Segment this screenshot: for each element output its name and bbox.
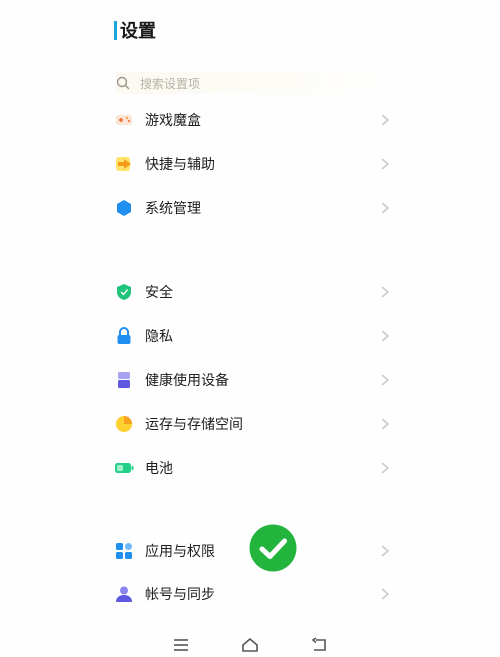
chevron-right-icon (381, 330, 390, 342)
item-label: 系统管理 (145, 201, 201, 217)
settings-item-privacy[interactable]: 隐私 (114, 324, 390, 348)
settings-item-healthy-usage[interactable]: 健康使用设备 (114, 368, 390, 392)
settings-item-security[interactable]: 安全 (114, 280, 390, 304)
back-icon[interactable] (311, 637, 329, 653)
item-label: 游戏魔盒 (145, 113, 201, 129)
home-icon[interactable] (241, 637, 259, 653)
hourglass-icon (114, 370, 134, 390)
shortcut-arrow-icon (114, 154, 134, 174)
menu-icon[interactable] (172, 637, 190, 653)
chevron-right-icon (381, 202, 390, 214)
chevron-right-icon (381, 114, 390, 126)
hexagon-icon (114, 198, 134, 218)
search-icon (116, 76, 130, 90)
pie-chart-icon (114, 414, 134, 434)
shield-icon (114, 282, 134, 302)
page-title: 设置 (120, 21, 156, 42)
settings-item-shortcut-assist[interactable]: 快捷与辅助 (114, 152, 390, 176)
item-label: 隐私 (145, 329, 173, 345)
chevron-right-icon (381, 588, 390, 600)
chevron-right-icon (381, 462, 390, 474)
battery-icon (114, 458, 134, 478)
item-label: 快捷与辅助 (145, 157, 215, 173)
chevron-right-icon (381, 418, 390, 430)
green-check-badge-icon (247, 522, 299, 574)
settings-item-battery[interactable]: 电池 (114, 456, 390, 480)
settings-item-account-sync[interactable]: 帐号与同步 (114, 582, 390, 606)
game-box-icon (114, 110, 134, 130)
chevron-right-icon (381, 374, 390, 386)
settings-item-system-management[interactable]: 系统管理 (114, 196, 390, 220)
item-label: 帐号与同步 (145, 587, 215, 603)
user-icon (114, 584, 134, 604)
settings-item-memory-storage[interactable]: 运存与存储空间 (114, 412, 390, 436)
chevron-right-icon (381, 158, 390, 170)
system-navbar (0, 633, 500, 657)
apps-grid-icon (114, 541, 134, 561)
chevron-right-icon (381, 545, 390, 557)
title-accent-bar (114, 20, 117, 40)
search-input[interactable]: 搜索设置项 (116, 72, 386, 94)
item-label: 安全 (145, 285, 173, 301)
search-placeholder: 搜索设置项 (140, 76, 201, 91)
item-label: 健康使用设备 (145, 373, 229, 389)
lock-icon (114, 326, 134, 346)
item-label: 运存与存储空间 (145, 417, 243, 433)
item-label: 电池 (145, 461, 173, 477)
settings-item-game-box[interactable]: 游戏魔盒 (114, 108, 390, 132)
header: 设置 (114, 20, 156, 42)
chevron-right-icon (381, 286, 390, 298)
